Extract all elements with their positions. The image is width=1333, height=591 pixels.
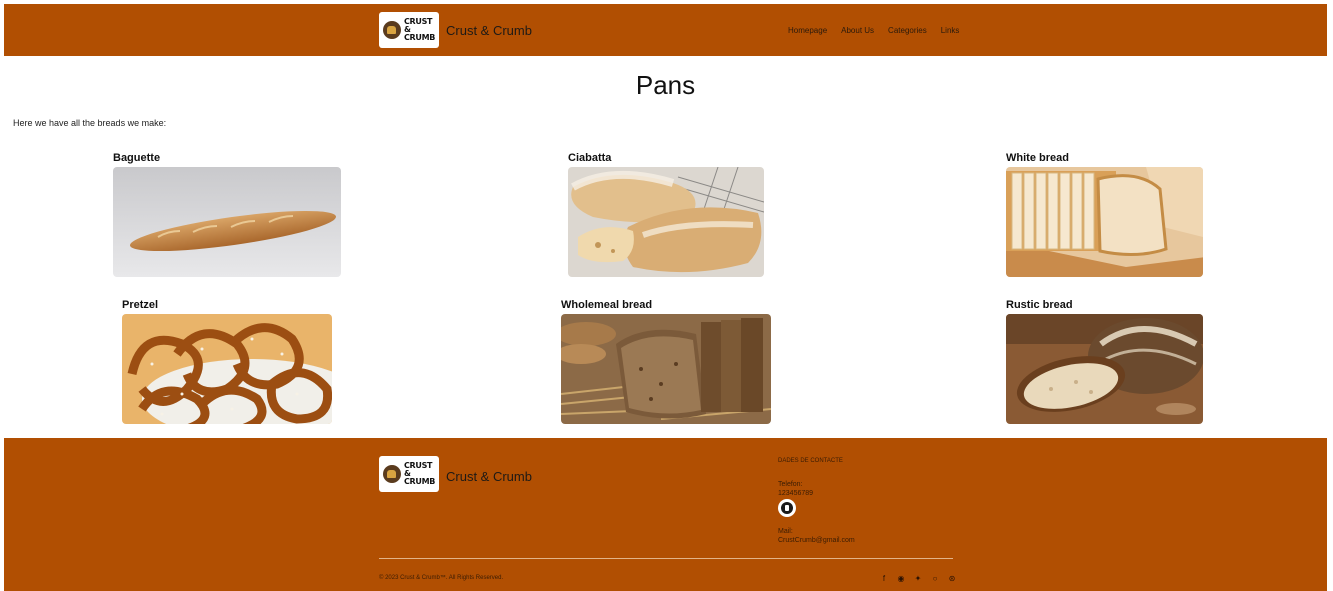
discord-icon[interactable]: ◉ xyxy=(897,574,905,584)
mail-value[interactable]: CrustCrumb@gmail.com xyxy=(778,536,855,545)
nav-links[interactable]: Links xyxy=(941,26,960,35)
bread-name: Ciabatta xyxy=(568,152,612,164)
page-frame: CRUST & CRUMB Crust & Crumb Homepage Abo… xyxy=(4,4,1327,591)
baguette-photo xyxy=(113,167,341,277)
footer-logo[interactable]: CRUST & CRUMB xyxy=(379,456,439,492)
phone-value[interactable]: 123456789 xyxy=(778,489,813,498)
rustic-bread-photo xyxy=(1006,314,1203,424)
bread-card-ciabatta: Ciabatta xyxy=(568,152,764,277)
ciabatta-photo xyxy=(568,167,764,277)
phone-icon[interactable] xyxy=(778,499,796,517)
twitter-icon[interactable]: ✦ xyxy=(914,574,922,584)
nav-categories[interactable]: Categories xyxy=(888,26,927,35)
footer-divider xyxy=(379,558,953,559)
copyright-text: © 2023 Crust & Crumb™. All Rights Reserv… xyxy=(379,575,504,581)
white-bread-photo xyxy=(1006,167,1203,277)
bread-card-pretzel: Pretzel xyxy=(122,299,332,424)
bread-card-white-bread: White bread xyxy=(1006,152,1203,277)
logo-text: CRUST & CRUMB xyxy=(403,461,436,486)
wholemeal-bread-photo xyxy=(561,314,771,424)
bread-logo-icon xyxy=(382,21,401,39)
intro-text: Here we have all the breads we make: xyxy=(13,118,167,128)
nav-about-us[interactable]: About Us xyxy=(841,26,874,35)
social-links: f ◉ ✦ ○ ⊛ xyxy=(880,574,956,584)
github-icon[interactable]: ○ xyxy=(931,574,939,584)
mail-label: Mail: xyxy=(778,528,793,535)
nav-homepage[interactable]: Homepage xyxy=(788,26,827,35)
bread-name: Wholemeal bread xyxy=(561,299,653,311)
main-nav: Homepage About Us Categories Links xyxy=(788,26,959,35)
bread-name: Pretzel xyxy=(122,299,159,311)
site-footer: CRUST & CRUMB Crust & Crumb DADES DE CON… xyxy=(4,438,1327,591)
facebook-icon[interactable]: f xyxy=(880,574,888,584)
bread-logo-icon xyxy=(382,465,401,483)
footer-brand-name[interactable]: Crust & Crumb xyxy=(446,469,532,484)
pretzel-photo xyxy=(122,314,332,424)
phone-label: Telefon: xyxy=(778,481,803,488)
bread-card-baguette: Baguette xyxy=(113,152,341,277)
contact-title: DADES DE CONTACTE xyxy=(778,458,843,464)
logo-text: CRUST & CRUMB xyxy=(403,17,436,42)
dribbble-icon[interactable]: ⊛ xyxy=(948,574,956,584)
header-logo[interactable]: CRUST & CRUMB xyxy=(379,12,439,48)
site-header: CRUST & CRUMB Crust & Crumb Homepage Abo… xyxy=(4,4,1327,56)
bread-name: Rustic bread xyxy=(1006,299,1073,311)
page-title: Pans xyxy=(635,70,696,100)
bread-name: White bread xyxy=(1006,152,1069,164)
bread-name: Baguette xyxy=(113,152,161,164)
bread-card-wholemeal-bread: Wholemeal bread xyxy=(561,299,771,424)
header-brand-name[interactable]: Crust & Crumb xyxy=(446,23,532,38)
bread-card-rustic-bread: Rustic bread xyxy=(1006,299,1203,424)
